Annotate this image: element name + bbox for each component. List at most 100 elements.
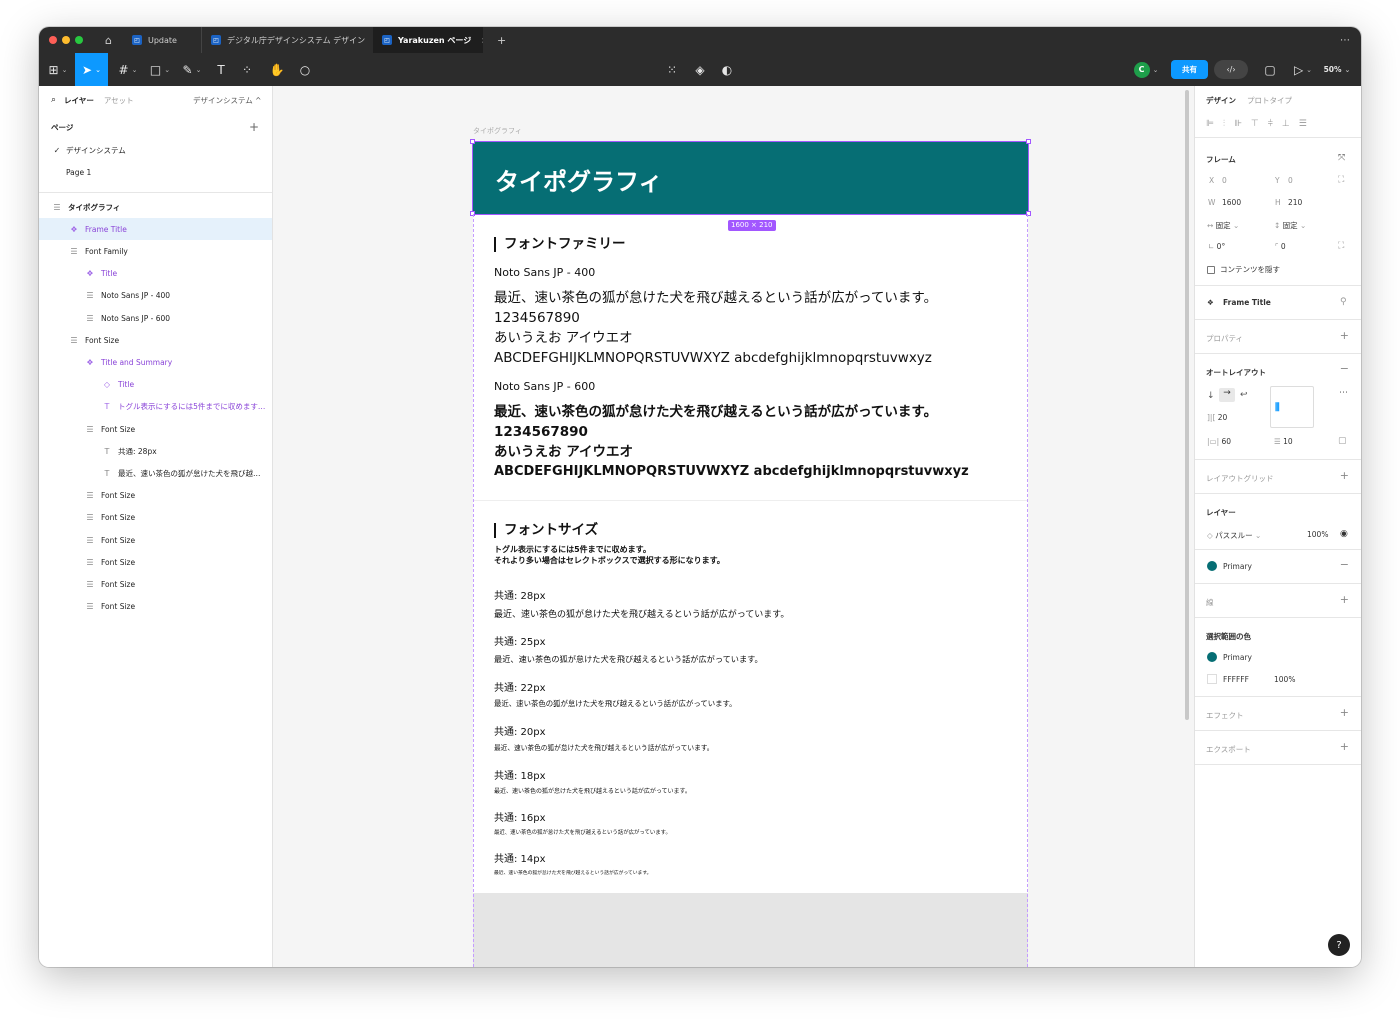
layer-item[interactable]: ☰ Font Size bbox=[39, 507, 272, 529]
layer-item[interactable]: ☰ Font Family bbox=[39, 240, 272, 262]
selection-color-hex[interactable]: FFFFFF bbox=[1223, 675, 1249, 684]
dev-mode-toggle[interactable]: ‹/› bbox=[1214, 60, 1248, 79]
layer-item[interactable]: ❖ Title bbox=[39, 263, 272, 285]
add-export-button[interactable]: + bbox=[1340, 740, 1349, 753]
tab-design[interactable]: デザイン bbox=[1206, 95, 1236, 106]
more-icon[interactable]: ⋯ bbox=[1331, 27, 1353, 53]
clip-content-checkbox[interactable]: コンテンツを隠す bbox=[1207, 264, 1280, 275]
page-item-design-system[interactable]: ✓ デザインシステム bbox=[39, 139, 272, 161]
tab-digital-design-system[interactable]: ◰ デジタル庁デザインシステム デザイン bbox=[201, 27, 373, 53]
direction-horizontal-icon[interactable]: → bbox=[1219, 388, 1235, 402]
home-icon[interactable]: ⌂ bbox=[96, 27, 121, 53]
layer-item[interactable]: T トグル表示にするには5件までに収めます… bbox=[39, 396, 272, 418]
height-input[interactable]: 210 bbox=[1288, 198, 1302, 207]
share-button[interactable]: 共有 bbox=[1171, 60, 1208, 79]
canvas[interactable]: タイポグラフィ タイポグラフィ 1600 × 210 フォントファミリー Not… bbox=[273, 86, 1194, 967]
layer-item[interactable]: ☰ タイポグラフィ bbox=[39, 196, 272, 218]
layer-item[interactable]: ☰ Font Size bbox=[39, 529, 272, 551]
minimize-window-button[interactable] bbox=[62, 36, 70, 44]
close-window-button[interactable] bbox=[49, 36, 57, 44]
pen-tool-icon[interactable]: ✎ ⌄ bbox=[177, 53, 207, 86]
tab-yarakuzen[interactable]: ◰Yarakuzen ページ× bbox=[373, 27, 483, 53]
close-tab-icon[interactable]: × bbox=[481, 36, 483, 45]
remove-auto-layout-button[interactable]: − bbox=[1340, 362, 1349, 375]
user-avatar[interactable]: C ⌄ bbox=[1131, 53, 1161, 86]
constraints-icon[interactable]: ⛶ bbox=[1338, 175, 1344, 185]
layer-item[interactable]: ☰ Font Size bbox=[39, 551, 272, 573]
corner-expand-icon[interactable]: ⛶ bbox=[1338, 241, 1344, 251]
layer-item[interactable]: ◇ Title bbox=[39, 374, 272, 396]
frame-label[interactable]: タイポグラフィ bbox=[473, 126, 522, 136]
resize-handle[interactable] bbox=[1026, 211, 1031, 216]
layer-item[interactable]: ❖ Frame Title bbox=[39, 218, 272, 241]
layer-item[interactable]: ☰ Noto Sans JP - 400 bbox=[39, 285, 272, 307]
alignment-tools[interactable]: ⊫⫶⊪⊤⫩⊥☰ bbox=[1206, 119, 1316, 129]
direction-vertical-icon[interactable]: ↓ bbox=[1207, 391, 1215, 401]
main-menu-icon[interactable]: ⊞ ⌄ bbox=[45, 53, 71, 86]
tab-update[interactable]: ◰ Update bbox=[123, 27, 201, 53]
typography-frame[interactable]: タイポグラフィ 1600 × 210 フォントファミリー Noto Sans J… bbox=[470, 139, 1031, 893]
page-item-page-1[interactable]: Page 1 bbox=[39, 161, 272, 183]
resize-handle[interactable] bbox=[470, 211, 475, 216]
fill-style-name[interactable]: Primary bbox=[1223, 562, 1252, 571]
y-input[interactable]: 0 bbox=[1288, 176, 1293, 185]
width-input[interactable]: 1600 bbox=[1222, 198, 1241, 207]
selection-color-white-swatch[interactable] bbox=[1207, 674, 1217, 684]
selection-color-primary[interactable]: Primary bbox=[1223, 653, 1252, 662]
shape-tool-icon[interactable]: □ ⌄ bbox=[145, 53, 175, 86]
resize-handle[interactable] bbox=[470, 139, 475, 144]
more-options-icon[interactable]: ⋯ bbox=[1339, 388, 1348, 398]
zoom-dropdown[interactable]: 50% ⌄ bbox=[1321, 53, 1353, 86]
component-icon[interactable]: ◈ bbox=[689, 53, 711, 86]
padding-expand-icon[interactable]: ▢ bbox=[1338, 436, 1347, 446]
maximize-window-button[interactable] bbox=[75, 36, 83, 44]
blend-mode-dropdown[interactable]: ◇ パススルー ⌄ bbox=[1207, 530, 1261, 541]
layer-item[interactable]: ❖ Title and Summary bbox=[39, 351, 272, 373]
layer-item[interactable]: ☰ Font Size bbox=[39, 596, 272, 618]
layer-item[interactable]: ☰ Font Size bbox=[39, 485, 272, 507]
tab-prototype[interactable]: プロトタイプ bbox=[1247, 95, 1292, 106]
grid-icon[interactable]: ⁙ bbox=[661, 53, 683, 86]
new-tab-button[interactable]: + bbox=[488, 27, 508, 53]
add-effect-button[interactable]: + bbox=[1340, 706, 1349, 719]
wrap-icon[interactable]: ↩ bbox=[1240, 390, 1248, 400]
height-mode-dropdown[interactable]: ↕ 固定 ⌄ bbox=[1274, 220, 1306, 231]
fill-swatch[interactable] bbox=[1207, 561, 1217, 571]
horizontal-padding-input[interactable]: |▭| 60 bbox=[1207, 437, 1231, 446]
tab-assets[interactable]: アセット bbox=[104, 95, 134, 106]
page-dropdown[interactable]: デザインシステム ^ bbox=[193, 95, 261, 106]
remove-fill-button[interactable]: − bbox=[1340, 558, 1349, 571]
component-name[interactable]: Frame Title bbox=[1223, 298, 1271, 307]
layer-item[interactable]: ☰ Font Size bbox=[39, 418, 272, 440]
add-stroke-button[interactable]: + bbox=[1340, 593, 1349, 606]
gap-input[interactable]: ]|[ 20 bbox=[1207, 413, 1227, 422]
width-mode-dropdown[interactable]: ↔ 固定 ⌄ bbox=[1207, 220, 1239, 231]
layer-item[interactable]: ☰ Noto Sans JP - 600 bbox=[39, 307, 272, 329]
layer-item[interactable]: ☰ Font Size bbox=[39, 329, 272, 351]
rotation-input[interactable]: ∟ 0° bbox=[1208, 242, 1225, 251]
text-tool-icon[interactable]: T bbox=[211, 53, 231, 86]
hand-tool-icon[interactable]: ✋ bbox=[266, 53, 288, 86]
adjust-icon[interactable]: ⚲ bbox=[1340, 297, 1347, 307]
vertical-scrollbar[interactable] bbox=[1185, 90, 1189, 720]
move-tool-icon[interactable]: ➤ ⌄ bbox=[75, 53, 108, 86]
layer-opacity-input[interactable]: 100% bbox=[1307, 530, 1328, 539]
present-button[interactable]: ▷ ⌄ bbox=[1291, 53, 1315, 86]
search-icon[interactable]: ⌕ bbox=[51, 95, 56, 105]
next-frame[interactable] bbox=[473, 893, 1028, 967]
layer-item[interactable]: ☰ Font Size bbox=[39, 573, 272, 595]
corner-radius-input[interactable]: ⌜ 0 bbox=[1275, 242, 1286, 251]
eye-icon[interactable]: ◉ bbox=[1340, 529, 1348, 539]
vertical-padding-input[interactable]: ☰ 10 bbox=[1274, 437, 1293, 446]
frame-tool-icon[interactable]: # ⌄ bbox=[113, 53, 143, 86]
alignment-grid[interactable]: ⫴ bbox=[1270, 386, 1314, 428]
x-input[interactable]: 0 bbox=[1222, 176, 1227, 185]
add-property-button[interactable]: + bbox=[1340, 329, 1349, 342]
layer-item[interactable]: T 共通: 28px bbox=[39, 440, 272, 462]
library-icon[interactable]: ▢ bbox=[1259, 53, 1281, 86]
contrast-icon[interactable]: ◐ bbox=[716, 53, 738, 86]
resources-icon[interactable]: ⁘ bbox=[237, 53, 257, 86]
resize-icon[interactable]: ⤧ bbox=[1338, 153, 1345, 163]
help-button[interactable]: ? bbox=[1328, 934, 1350, 956]
comment-tool-icon[interactable]: ○ bbox=[294, 53, 316, 86]
